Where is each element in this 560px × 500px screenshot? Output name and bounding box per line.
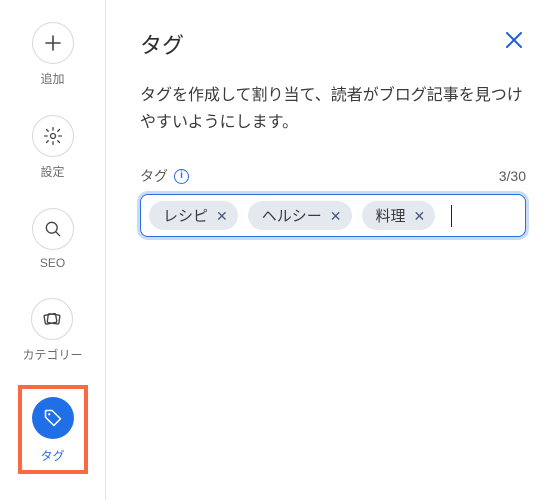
search-icon: [32, 208, 74, 250]
tag-chip: レシピ ✕: [149, 201, 238, 230]
panel-title: タグ: [140, 28, 184, 60]
plus-icon: [32, 22, 74, 64]
sidebar-item-label: 追加: [40, 70, 64, 87]
remove-tag-icon[interactable]: ✕: [414, 209, 426, 223]
tag-icon: [32, 397, 74, 439]
sidebar-item-category[interactable]: カテゴリー: [22, 298, 82, 363]
sidebar-item-add[interactable]: 追加: [32, 22, 74, 87]
sidebar-item-settings[interactable]: 設定: [32, 115, 74, 180]
tag-chip-label: ヘルシー: [262, 205, 322, 226]
tag-chip: 料理 ✕: [362, 201, 436, 230]
tag-chip-label: レシピ: [163, 205, 208, 226]
info-icon[interactable]: i: [174, 169, 189, 184]
close-icon[interactable]: [502, 28, 526, 52]
sidebar-item-tag-highlight: タグ: [18, 385, 88, 474]
tag-counter: 3/30: [499, 168, 526, 184]
sidebar: 追加 設定 SEO カテゴリー タグ: [0, 0, 106, 500]
sidebar-item-label: 設定: [40, 163, 64, 180]
sidebar-item-label: タグ: [40, 447, 64, 464]
panel-description: タグを作成して割り当て、読者がブログ記事を見つけやすいようにします。: [140, 82, 526, 136]
tag-field-header: タグ i 3/30: [140, 166, 526, 186]
sidebar-item-tag[interactable]: タグ: [32, 397, 74, 464]
tag-field-label: タグ: [140, 166, 168, 186]
tag-chip-label: 料理: [376, 205, 406, 226]
gear-icon: [32, 115, 74, 157]
panel-header: タグ: [140, 28, 526, 60]
remove-tag-icon[interactable]: ✕: [216, 209, 228, 223]
sidebar-item-seo[interactable]: SEO: [32, 208, 74, 270]
sidebar-item-label: SEO: [40, 256, 65, 270]
sidebar-item-label: カテゴリー: [22, 346, 82, 363]
remove-tag-icon[interactable]: ✕: [330, 209, 342, 223]
tag-input[interactable]: レシピ ✕ ヘルシー ✕ 料理 ✕: [140, 194, 526, 237]
cards-icon: [31, 298, 73, 340]
text-cursor: [451, 205, 452, 227]
tag-panel: タグ タグを作成して割り当て、読者がブログ記事を見つけやすいようにします。 タグ…: [106, 0, 560, 500]
tag-chip: ヘルシー ✕: [248, 201, 352, 230]
